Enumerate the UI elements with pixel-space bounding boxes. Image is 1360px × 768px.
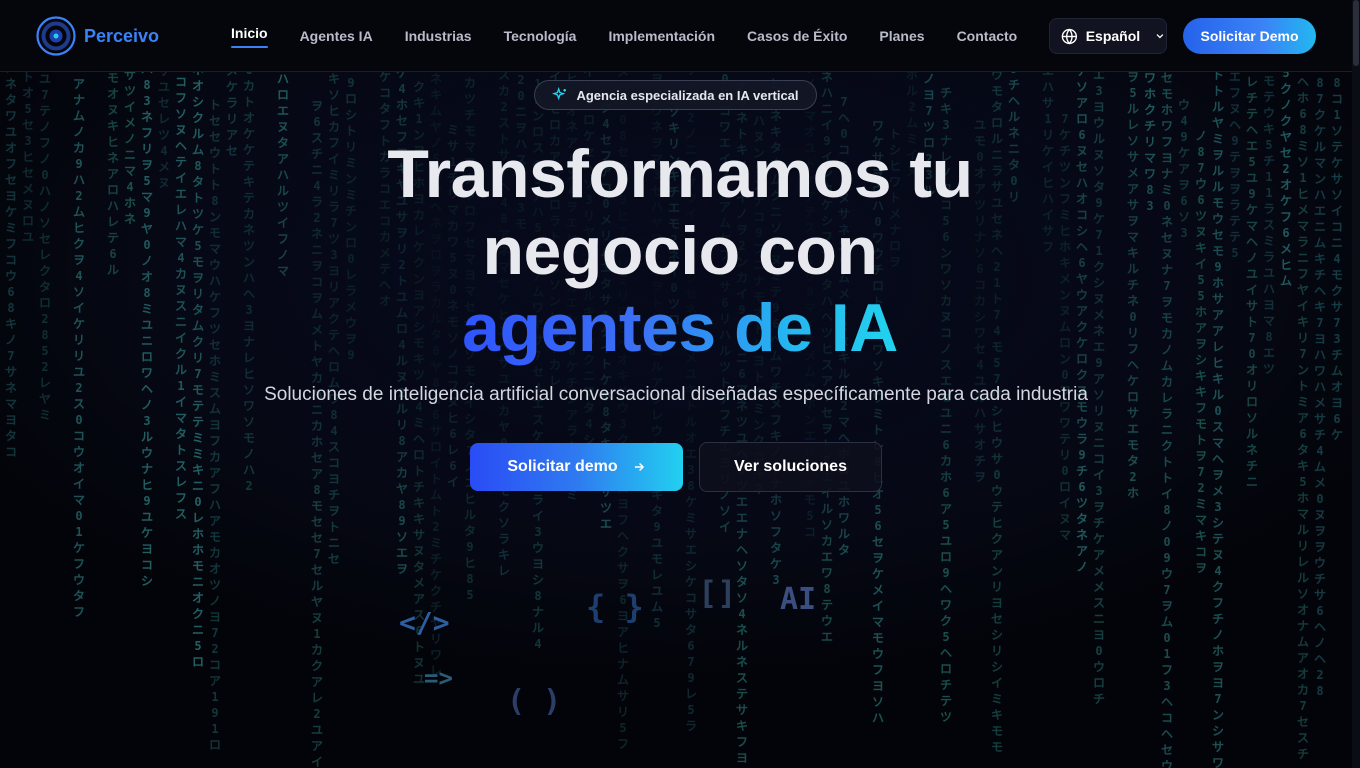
- matrix-column: テ 5 ニ ル 8 コ 1 ソ テ ケ サ ソ イ コ ニ 4 モ ク サ 7 …: [1330, 72, 1343, 442]
- main-nav: Inicio Agentes IA Industrias Tecnología …: [231, 0, 1049, 72]
- nav-item-casos-de-exito[interactable]: Casos de Éxito: [747, 0, 847, 72]
- nav-item-tecnologia[interactable]: Tecnología: [504, 0, 577, 72]
- matrix-column: ス ワ ホ ク チ リ マ ワ 8 3: [1143, 72, 1156, 213]
- matrix-column: ハ 8 3 ネ フ リ ヲ 5 マ 9 ヤ 0 ノ オ 8 ミ ユ ニ ロ ワ …: [140, 72, 153, 588]
- matrix-column: ラ ユ 7 テ ノ フ ノ 0 ハ ノ ソ セ レ ク タ ロ 2 8 5 2 …: [38, 72, 51, 422]
- arrow-right-icon: [634, 462, 644, 472]
- logo[interactable]: Perceivo: [36, 16, 159, 56]
- code-symbol: { }: [586, 588, 644, 626]
- code-symbol: </>: [399, 606, 450, 639]
- site-header: Perceivo Inicio Agentes IA Industrias Te…: [0, 0, 1352, 72]
- nav-item-planes[interactable]: Planes: [879, 0, 924, 72]
- matrix-column: オ 3 メ ネ タ ワ ユ オ フ セ ヨ ケ ミ フ コ ウ 6 8 キ ノ …: [4, 72, 17, 459]
- code-symbol: []: [698, 574, 737, 612]
- code-symbol: =>: [424, 664, 453, 692]
- page: オ 3 メ ネ タ ワ ユ オ フ セ ヨ ケ ミ フ コ ウ 6 8 キ ノ …: [0, 0, 1360, 768]
- solicitar-demo-button[interactable]: Solicitar demo: [470, 443, 683, 491]
- language-selector[interactable]: Español: [1049, 18, 1167, 54]
- hero-title: Transformamos tu negocio con agentes de …: [280, 136, 1080, 367]
- hero-title-line1: Transformamos tu: [387, 136, 973, 212]
- ver-soluciones-button[interactable]: Ver soluciones: [699, 442, 882, 492]
- matrix-column: ネ オ シ ク ル ム 8 タ ト ツ ケ 5 モ ヲ リ タ ム ク リ 7 …: [191, 72, 204, 669]
- matrix-column: ト ト ル ヤ ミ ヲ ル ル モ ウ セ モ 9 ホ サ ア ア レ ヒ キ …: [1211, 72, 1224, 768]
- matrix-column: ノ 8 7 ウ 6 ツ ヌ キ イ 5 5 ホ ア ヲ シ キ キ フ モ ト …: [1194, 129, 1207, 575]
- hero-badge-label: Agencia especializada en IA vertical: [576, 87, 799, 103]
- hero-title-line2: negocio con: [482, 213, 878, 289]
- nav-item-industrias[interactable]: Industrias: [405, 0, 472, 72]
- brand-name: Perceivo: [84, 25, 160, 46]
- matrix-column: ム ニ 5 タ 7 レ チ テ ヘ エ 5 ユ 9 ケ マ ヘ ノ ユ イ サ …: [1245, 72, 1258, 489]
- nav-item-inicio[interactable]: Inicio: [231, 0, 268, 72]
- matrix-column: ア 3 フ エ フ ヌ ヘ 9 テ ヲ ヲ ラ テ テ 5: [1228, 72, 1241, 260]
- matrix-column: 4 リ マ モ テ ウ キ 5 チ 1 1 ラ ス ミ ラ ユ ハ ヨ マ 8 …: [1262, 74, 1275, 376]
- matrix-column: ヤ ナ チ 7 メ ケ ラ リ ア セ: [225, 72, 238, 158]
- hero-subtitle: Soluciones de inteligencia artificial co…: [264, 384, 1088, 405]
- nav-item-contacto[interactable]: Contacto: [957, 0, 1018, 72]
- nav-item-implementacion[interactable]: Implementación: [608, 0, 715, 72]
- matrix-column: ソ 7 ア ナ ム ノ カ 9 ハ 2 ム ヒ ク ヲ 4 ソ イ ケ リ リ …: [72, 72, 85, 619]
- matrix-column: テ 5 ク ノ ク ヤ セ 2 オ ケ フ 6 メ ヒ ム: [1279, 72, 1292, 288]
- language-label: Español: [1085, 28, 1141, 44]
- code-symbol: AI: [780, 582, 817, 617]
- header-demo-button[interactable]: Solicitar Demo: [1183, 18, 1316, 54]
- matrix-column: セ ヘ ホ 6 8 ミ ソ 1 ヒ メ マ ラ ニ フ ヤ イ キ リ 7 ン …: [1296, 72, 1309, 761]
- sparkles-icon: [552, 87, 567, 101]
- solicitar-demo-label: Solicitar demo: [507, 458, 618, 475]
- matrix-column: ニ サ ユ セ レ ツ 4 メ ヌ: [157, 72, 170, 190]
- matrix-column: オ コ フ ソ ヌ ヘ テ イ エ レ ハ マ 4 カ ヌ ス ニ イ ク ル …: [174, 72, 187, 521]
- matrix-column: ウ 4 9 ケ ア ヲ 6 ソ 3: [1177, 98, 1190, 240]
- matrix-column: ワ ト ト オ 5 セ 3 ヒ セ メ ヌ ロ ユ: [21, 72, 34, 244]
- matrix-column: ト セ セ ウ ト ト 8 ン モ マ ウ ハ ケ フ ツ セ ホ ミ ス ム …: [208, 98, 221, 752]
- code-symbol: ( ): [507, 684, 562, 719]
- hero-badge: Agencia especializada en IA vertical: [534, 80, 817, 110]
- matrix-column: セ モ ホ ワ フ ヨ ナ ミ 0 ネ セ ヌ ナ 7 ヲ モ カ ノ ム カ …: [1160, 72, 1173, 768]
- logo-icon: [36, 16, 76, 56]
- hero-title-highlight: agentes de IA: [462, 290, 898, 366]
- matrix-column: ア モ オ ヌ キ ヒ ネ ア ロ ハ レ テ 6 ル: [106, 72, 119, 277]
- matrix-column: ホ 6 カ ト オ ケ ケ テ キ テ カ ネ ツ ン ハ ヘ 3 ヨ ナ レ …: [242, 72, 255, 493]
- chevron-down-icon: [1156, 34, 1164, 39]
- matrix-column: エ サ ツ イ メ ノ ニ マ 4 ホ ネ: [123, 72, 136, 226]
- matrix-column: レ ヌ 8 7 ク ケ ル マ ン ハ エ ニ ム キ チ ヘ キ 7 ヨ ハ …: [1313, 72, 1326, 698]
- globe-icon: [1061, 27, 1078, 45]
- scrollbar-thumb[interactable]: [1353, 0, 1359, 66]
- matrix-column: ト ヲ 5 ル レ ソ サ メ ア サ ヲ マ キ ル チ ネ 0 リ フ ヘ …: [1126, 72, 1139, 500]
- nav-item-agentes-ia[interactable]: Agentes IA: [300, 0, 373, 72]
- scrollbar[interactable]: [1352, 0, 1360, 768]
